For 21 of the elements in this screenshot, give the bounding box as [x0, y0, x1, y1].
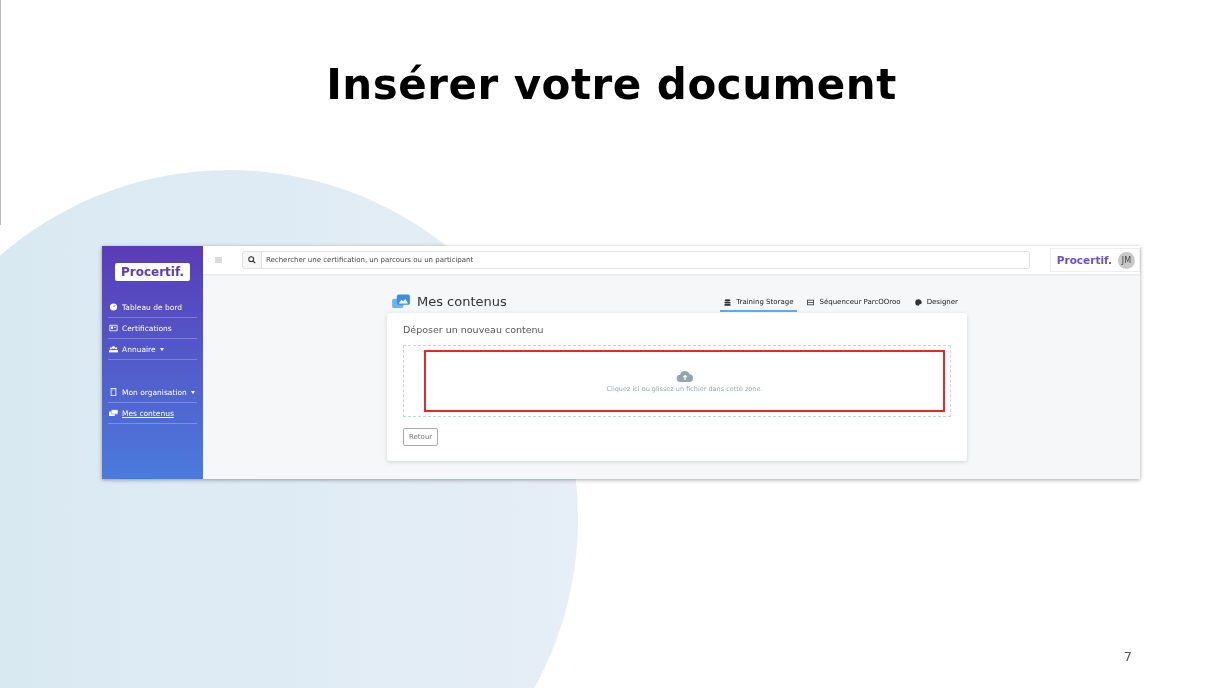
logo[interactable]: Procertif. — [114, 263, 191, 281]
palette-icon — [914, 298, 922, 306]
user-avatar[interactable]: JM — [1118, 251, 1135, 269]
film-icon — [807, 298, 815, 306]
building-icon — [109, 388, 118, 396]
users-icon — [109, 345, 118, 353]
images-icon — [109, 409, 118, 417]
cloud-upload-icon — [675, 369, 694, 383]
search-icon — [247, 256, 256, 264]
card-title: Déposer un nouveau contenu — [403, 324, 545, 335]
brand-logo: Procertif. — [1056, 254, 1112, 266]
page-number: 7 — [1123, 649, 1132, 664]
database-icon — [724, 298, 732, 306]
id-card-icon — [109, 324, 118, 332]
caret-icon — [190, 390, 195, 394]
gauge-icon — [109, 303, 118, 311]
page-title: Mes contenus — [417, 294, 507, 309]
search-button[interactable] — [241, 251, 262, 269]
caret-icon — [159, 347, 164, 351]
slide-title: Insérer votre document — [325, 59, 898, 111]
images-icon — [392, 294, 411, 309]
